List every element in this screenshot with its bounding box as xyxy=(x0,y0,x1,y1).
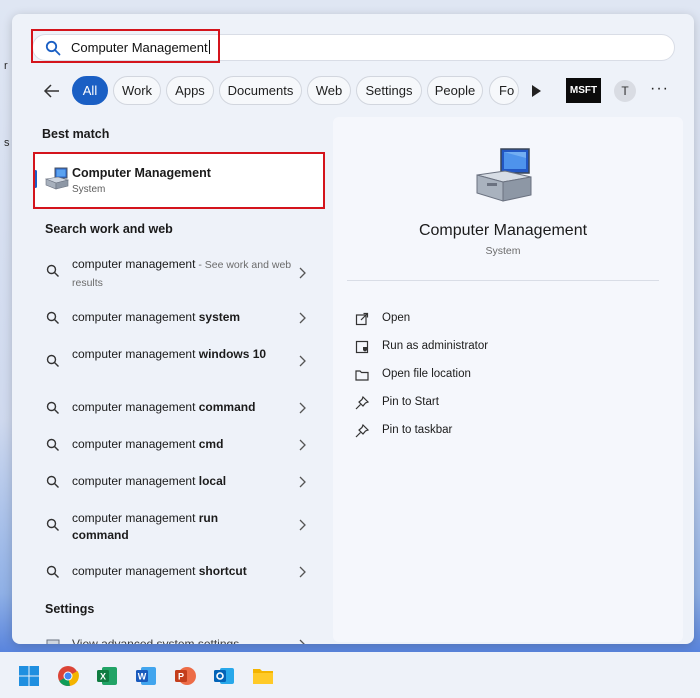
result-completion: windows 10 xyxy=(198,347,267,361)
outlook-icon[interactable] xyxy=(212,665,236,687)
result-text: computer management xyxy=(72,564,199,578)
filter-chip-all[interactable]: All xyxy=(72,76,108,105)
filter-chip-work[interactable]: Work xyxy=(113,76,161,105)
word-icon[interactable]: W xyxy=(134,665,158,687)
action-label: Run as administrator xyxy=(382,340,489,352)
settings-app-icon xyxy=(46,639,60,644)
action-label: Pin to Start xyxy=(382,396,439,408)
start-icon[interactable] xyxy=(17,665,41,687)
result-completion: cmd xyxy=(198,437,224,451)
search-icon xyxy=(46,565,59,578)
back-arrow-icon[interactable] xyxy=(42,82,62,100)
desktop-icon-label: r xyxy=(4,60,8,72)
filter-chip-apps[interactable]: Apps xyxy=(166,76,214,105)
scroll-right-icon[interactable] xyxy=(530,84,542,98)
file-explorer-icon[interactable] xyxy=(251,665,275,687)
result-text: computer management xyxy=(72,511,199,525)
filter-chip-people[interactable]: People xyxy=(427,76,483,105)
chevron-right-icon xyxy=(299,355,306,367)
folder-icon xyxy=(355,370,369,381)
chevron-right-icon xyxy=(299,639,305,644)
pin-icon xyxy=(355,424,369,438)
result-completion: local xyxy=(198,474,227,488)
org-badge[interactable]: MSFT xyxy=(566,78,601,103)
taskbar: X W P xyxy=(0,652,700,698)
search-icon xyxy=(46,475,59,488)
filter-chip-documents[interactable]: Documents xyxy=(219,76,302,105)
action-label: Open file location xyxy=(382,368,471,380)
search-result-item[interactable]: computer management - See work and web r… xyxy=(34,256,324,296)
highlight-box-best-match xyxy=(33,152,325,209)
result-completion: system xyxy=(198,310,241,324)
divider xyxy=(347,280,659,281)
action-label: Pin to taskbar xyxy=(382,424,453,436)
settings-heading: Settings xyxy=(45,602,95,616)
search-result-item[interactable]: computer management run command xyxy=(34,510,324,550)
search-icon xyxy=(46,401,59,414)
svg-text:P: P xyxy=(178,672,184,682)
svg-text:W: W xyxy=(138,672,147,682)
chrome-icon[interactable] xyxy=(56,665,80,687)
powerpoint-icon[interactable]: P xyxy=(173,665,197,687)
result-text: computer management xyxy=(72,400,199,414)
avatar[interactable]: T xyxy=(614,80,636,102)
action-label: Open xyxy=(382,312,411,324)
search-result-item[interactable]: computer management cmd xyxy=(34,436,324,472)
search-icon xyxy=(46,518,59,531)
search-result-item[interactable]: computer management local xyxy=(34,473,324,509)
search-result-item[interactable]: computer management command xyxy=(34,399,324,435)
more-options-icon[interactable]: ··· xyxy=(650,80,669,98)
search-icon xyxy=(46,311,59,324)
chevron-right-icon xyxy=(299,476,306,488)
chevron-right-icon xyxy=(299,566,306,578)
result-completion: shortcut xyxy=(198,564,247,578)
search-result-item[interactable]: computer management system xyxy=(34,309,324,345)
search-icon xyxy=(46,264,59,277)
result-text: computer management xyxy=(72,474,199,488)
search-result-item[interactable]: computer management shortcut xyxy=(34,563,324,599)
result-text: computer management xyxy=(72,310,199,324)
result-text: computer management xyxy=(72,257,196,271)
highlight-box-search xyxy=(31,29,220,63)
start-search-panel: Computer Management All Work Apps Docume… xyxy=(12,14,694,644)
desktop-icon-label: s xyxy=(4,137,10,149)
search-icon xyxy=(46,354,59,367)
result-completion: command xyxy=(198,400,256,414)
filter-chip-folders[interactable]: Fo xyxy=(489,76,519,105)
result-text: computer management xyxy=(72,347,199,361)
filter-bar: All Work Apps Documents Web Settings Peo… xyxy=(12,76,694,106)
filter-chip-settings[interactable]: Settings xyxy=(356,76,422,105)
chevron-right-icon xyxy=(299,402,306,414)
chevron-right-icon xyxy=(299,312,306,324)
result-text: computer management xyxy=(72,437,199,451)
svg-text:X: X xyxy=(100,672,106,682)
settings-result-text: View advanced system settings xyxy=(72,637,240,644)
best-match-heading: Best match xyxy=(42,127,110,141)
settings-result-item[interactable]: View advanced system settings xyxy=(34,634,324,644)
details-subtitle: System xyxy=(485,245,521,257)
details-pane: Computer Management System Open Run as a… xyxy=(333,117,683,642)
shield-admin-icon xyxy=(355,340,369,354)
computer-management-icon xyxy=(476,148,532,202)
details-title: Computer Management xyxy=(418,222,588,239)
open-external-icon xyxy=(355,312,369,326)
chevron-right-icon xyxy=(299,439,306,451)
search-result-item[interactable]: computer management windows 10 xyxy=(34,346,324,386)
search-web-heading: Search work and web xyxy=(45,222,173,236)
search-icon xyxy=(46,438,59,451)
chevron-right-icon xyxy=(299,267,306,279)
pin-icon xyxy=(355,396,369,410)
chevron-right-icon xyxy=(299,519,306,531)
excel-icon[interactable]: X xyxy=(95,665,119,687)
filter-chip-web[interactable]: Web xyxy=(307,76,351,105)
